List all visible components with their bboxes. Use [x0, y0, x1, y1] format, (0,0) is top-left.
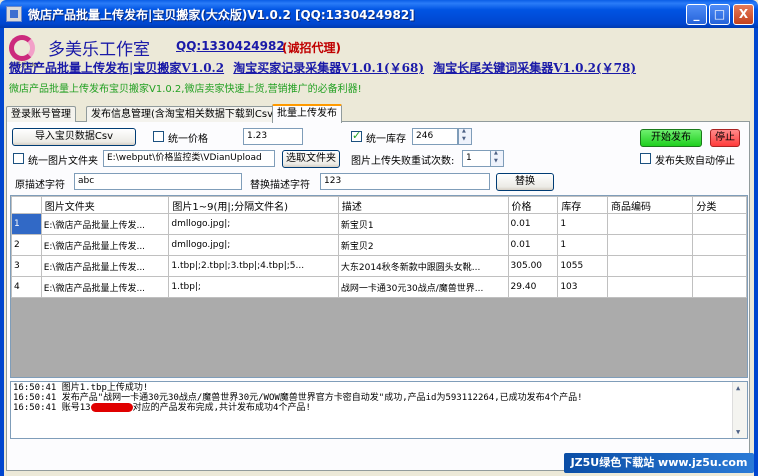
stop-button[interactable]: 停止 — [710, 129, 740, 147]
retry-count-label: 图片上传失败重试次数: — [351, 156, 455, 167]
close-button[interactable]: X — [733, 4, 754, 25]
auto-stop-label: 发布失败自动停止 — [655, 156, 735, 167]
agent-note: (诚招代理) — [282, 41, 341, 55]
select-folder-button[interactable]: 选取文件夹 — [282, 150, 340, 168]
grid-header-row: 图片文件夹 图片1~9(用|;分隔文件名) 描述 价格 库存 商品编码 分类 — [11, 196, 747, 214]
cell-images[interactable]: 1.tbp|; — [168, 276, 339, 298]
row-number[interactable]: 2 — [11, 234, 42, 256]
cell-category[interactable] — [692, 255, 747, 277]
start-publish-button[interactable]: 开始发布 — [640, 129, 702, 147]
link-weidian-uploader[interactable]: 微店产品批量上传发布|宝贝搬家V1.0.2 — [9, 61, 224, 75]
cell-code[interactable] — [606, 234, 694, 256]
product-links: 微店产品批量上传发布|宝贝搬家V1.0.2 淘宝买家记录采集器V1.0.1(￥6… — [9, 59, 641, 76]
grid-corner-cell — [11, 196, 42, 214]
unify-stock-input[interactable]: 246 — [412, 128, 458, 145]
row-number[interactable]: 1 — [11, 213, 42, 235]
import-csv-button[interactable]: 导入宝贝数据Csv — [12, 128, 136, 146]
product-grid[interactable]: 图片文件夹 图片1~9(用|;分隔文件名) 描述 价格 库存 商品编码 分类 1… — [10, 195, 748, 378]
cell-category[interactable] — [692, 276, 747, 298]
column-header-code[interactable]: 商品编码 — [606, 196, 694, 214]
log-line: 16:50:41 图片1.tbp上传成功! — [13, 383, 149, 393]
link-taobao-keyword-collector[interactable]: 淘宝长尾关键词采集器V1.0.2(￥78) — [433, 61, 636, 75]
cell-images[interactable]: 1.tbp|;2.tbp|;3.tbp|;4.tbp|;5... — [168, 255, 339, 277]
replace-desc-label: 替换描述字符 — [250, 180, 310, 191]
row-number[interactable]: 4 — [11, 276, 42, 298]
tab-login-accounts[interactable]: 登录账号管理 — [6, 106, 76, 122]
log-output[interactable]: 16:50:41 图片1.tbp上传成功! 16:50:41 发布产品"战网一卡… — [10, 381, 748, 439]
cell-folder[interactable]: E:\微店产品批量上传发... — [40, 234, 170, 256]
logo-ring-icon — [9, 35, 35, 61]
cell-stock[interactable]: 103 — [557, 276, 608, 298]
orig-desc-label: 原描述字符 — [15, 180, 65, 191]
orig-desc-input[interactable]: abc — [74, 173, 242, 190]
redaction-mark — [90, 403, 133, 412]
cell-stock[interactable]: 1055 — [557, 255, 608, 277]
minimize-button[interactable]: _ — [686, 4, 707, 25]
log-line: 16:50:41 账号13 对应的产品发布完成,共计发布成功4个产品! — [13, 403, 311, 413]
cell-folder[interactable]: E:\微店产品批量上传发... — [40, 255, 170, 277]
unify-price-input[interactable]: 1.23 — [243, 128, 303, 145]
cell-price[interactable]: 29.40 — [507, 276, 559, 298]
cell-folder[interactable]: E:\微店产品批量上传发... — [40, 276, 170, 298]
column-header-category[interactable]: 分类 — [692, 196, 747, 214]
title-bar[interactable]: 微店产品批量上传发布|宝贝搬家(大众版)V1.0.2 [QQ:133042498… — [0, 0, 758, 28]
cell-category[interactable] — [692, 213, 747, 235]
replace-desc-input[interactable]: 123 — [320, 173, 490, 190]
studio-name: 多美乐工作室 — [48, 40, 150, 60]
unify-image-folder-label: 统一图片文件夹 — [28, 156, 98, 167]
unify-price-checkbox[interactable] — [153, 131, 164, 142]
cell-price[interactable]: 305.00 — [507, 255, 559, 277]
table-row[interactable]: 1 E:\微店产品批量上传发... dmllogo.jpg|; 新宝贝1 0.0… — [11, 213, 747, 235]
cell-code[interactable] — [606, 276, 694, 298]
cell-price[interactable]: 0.01 — [507, 213, 559, 235]
unify-price-label: 统一价格 — [168, 134, 208, 145]
cell-description[interactable]: 大东2014秋冬新款中跟圆头女靴... — [337, 255, 509, 277]
maximize-button[interactable]: □ — [709, 4, 730, 25]
cell-description[interactable]: 战网一卡通30元30战点/魔兽世界... — [337, 276, 509, 298]
window-title: 微店产品批量上传发布|宝贝搬家(大众版)V1.0.2 [QQ:133042498… — [28, 8, 415, 22]
app-icon — [6, 6, 22, 22]
cell-stock[interactable]: 1 — [557, 213, 608, 235]
column-header-price[interactable]: 价格 — [507, 196, 559, 214]
column-header-folder[interactable]: 图片文件夹 — [40, 196, 170, 214]
cell-images[interactable]: dmllogo.jpg|; — [168, 213, 339, 235]
window-frame-left — [0, 28, 4, 476]
table-row[interactable]: 2 E:\微店产品批量上传发... dmllogo.jpg|; 新宝贝2 0.0… — [11, 234, 747, 256]
cell-stock[interactable]: 1 — [557, 234, 608, 256]
column-header-stock[interactable]: 库存 — [557, 196, 608, 214]
table-row[interactable]: 3 E:\微店产品批量上传发... 1.tbp|;2.tbp|;3.tbp|;4… — [11, 255, 747, 277]
retry-count-spinner[interactable] — [490, 150, 504, 167]
window-frame-right — [754, 28, 758, 476]
tab-batch-upload[interactable]: 批量上传发布 — [272, 104, 342, 123]
cell-description[interactable]: 新宝贝1 — [337, 213, 509, 235]
unify-stock-label: 统一库存 — [366, 134, 406, 145]
image-folder-path-input[interactable]: E:\webput\价格监控类\VDianUpload — [103, 150, 275, 167]
cell-images[interactable]: dmllogo.jpg|; — [168, 234, 339, 256]
table-row[interactable]: 4 E:\微店产品批量上传发... 1.tbp|; 战网一卡通30元30战点/魔… — [11, 276, 747, 298]
cell-description[interactable]: 新宝贝2 — [337, 234, 509, 256]
watermark: JZ5U绿色下载站 www.jz5u.com — [564, 453, 754, 473]
retry-count-input[interactable]: 1 — [462, 150, 492, 167]
link-taobao-buyer-collector[interactable]: 淘宝买家记录采集器V1.0.1(￥68) — [233, 61, 424, 75]
cell-folder[interactable]: E:\微店产品批量上传发... — [40, 213, 170, 235]
cell-category[interactable] — [692, 234, 747, 256]
unify-stock-spinner[interactable] — [458, 128, 472, 145]
log-line: 16:50:41 发布产品"战网一卡通30元30战点/魔兽世界30元/WOW魔兽… — [13, 393, 583, 403]
slogan: 微店产品批量上传发布宝贝搬家V1.0.2,微店卖家快速上货,营销推广的必备利器! — [9, 84, 362, 95]
cell-price[interactable]: 0.01 — [507, 234, 559, 256]
unify-image-folder-checkbox[interactable] — [13, 153, 24, 164]
qq-link[interactable]: QQ:1330424982 — [176, 39, 285, 53]
column-header-description[interactable]: 描述 — [337, 196, 509, 214]
log-scrollbar[interactable] — [732, 382, 747, 438]
cell-code[interactable] — [606, 255, 694, 277]
row-number[interactable]: 3 — [11, 255, 42, 277]
unify-stock-checkbox[interactable] — [351, 129, 362, 142]
cell-code[interactable] — [606, 213, 694, 235]
auto-stop-checkbox[interactable] — [640, 153, 651, 164]
tab-publish-info[interactable]: 发布信息管理(含淘宝相关数据下载到Csv) — [86, 106, 282, 122]
column-header-images[interactable]: 图片1~9(用|;分隔文件名) — [168, 196, 339, 214]
replace-button[interactable]: 替换 — [496, 173, 554, 191]
